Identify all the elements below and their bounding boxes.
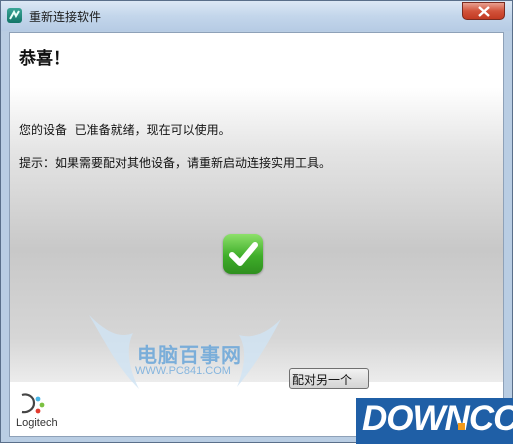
pair-another-button[interactable]: 配对另一个 [289, 368, 369, 389]
title-bar[interactable]: 重新连接软件 [1, 1, 512, 31]
logo-text: Logitech [16, 417, 58, 429]
close-button[interactable] [462, 2, 505, 20]
close-icon [478, 6, 490, 17]
dialog-window: 重新连接软件 恭喜！ 您的设备 已准备就绪，现在可以使用。 提示：如果需要配对其… [0, 0, 513, 444]
ready-message: 您的设备 已准备就绪，现在可以使用。 [19, 123, 231, 137]
logitech-logo: Logitech [16, 393, 76, 433]
brand-suffix: CC [468, 399, 513, 438]
brand-main: DOWN [362, 399, 470, 438]
down-cc-logo: DOWNCC [356, 398, 513, 444]
page-title: 恭喜！ [19, 49, 70, 69]
checkmark-icon [223, 234, 263, 274]
brand-dot [458, 423, 465, 430]
brand-text: DOWNCC [362, 399, 513, 439]
app-icon [7, 8, 22, 23]
window-title: 重新连接软件 [29, 10, 102, 24]
header-area: 恭喜！ [10, 33, 503, 87]
logitech-logo-icon [21, 393, 45, 414]
watermark-url: WWW.PC841.COM [135, 365, 231, 377]
watermark-text: 电脑百事网 [137, 343, 242, 367]
tip-message: 提示：如果需要配对其他设备，请重新启动连接实用工具。 [19, 156, 332, 170]
